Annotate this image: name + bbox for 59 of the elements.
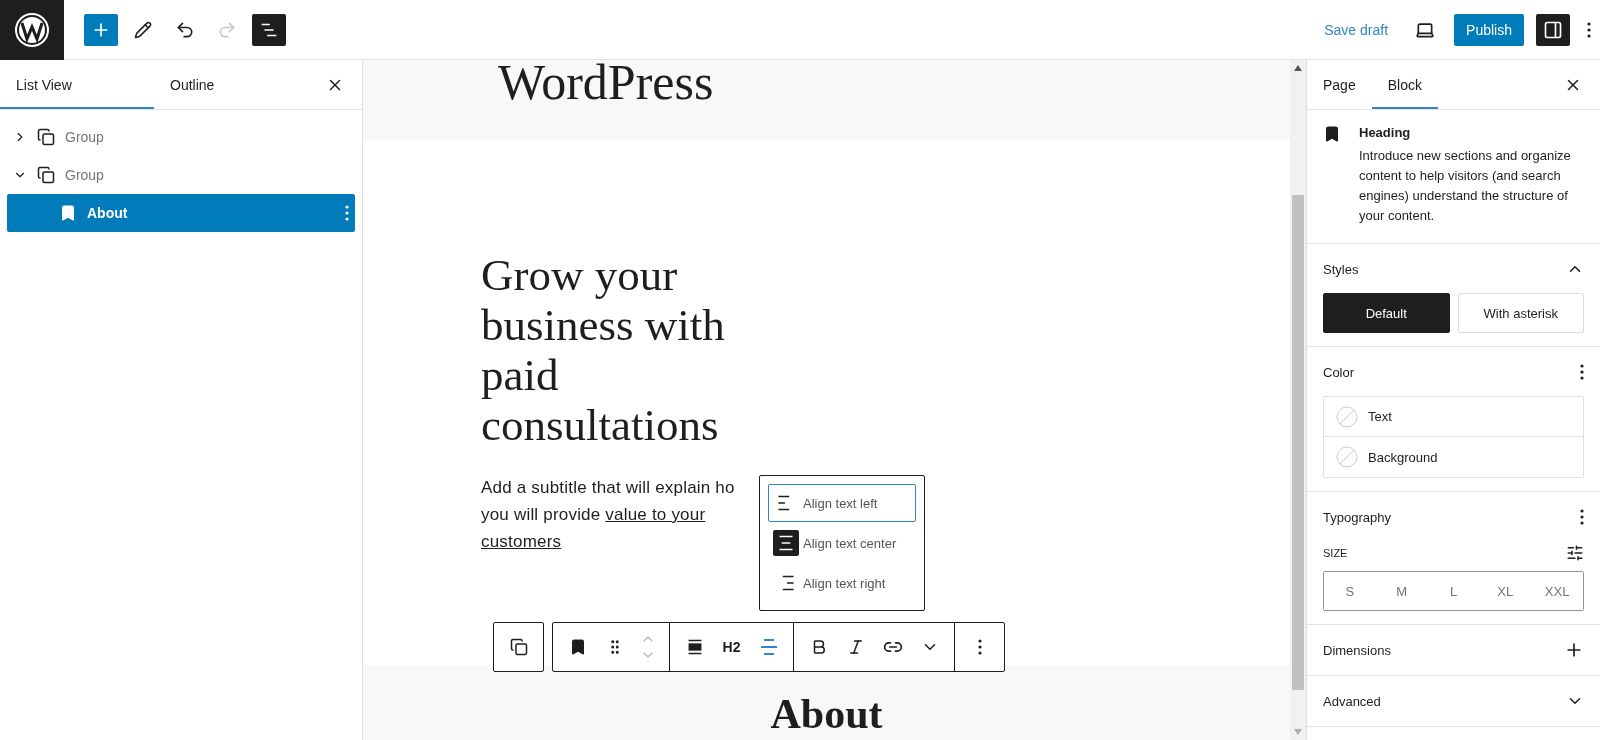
block-description: Introduce new sections and organize content to help visitors (and search engines) understand the structure of your content. xyxy=(1359,147,1572,225)
save-draft-link[interactable]: Save draft xyxy=(1316,15,1397,44)
heading-level-button[interactable]: H2 xyxy=(713,629,750,665)
panel-tab[interactable]: Outline xyxy=(154,60,308,109)
logo[interactable] xyxy=(0,0,64,60)
list-view-label: About xyxy=(87,205,128,221)
more-options-icon[interactable] xyxy=(345,205,349,221)
section-title: Color xyxy=(1323,364,1355,380)
group-icon xyxy=(37,166,55,184)
color-option[interactable]: Text xyxy=(1324,397,1583,437)
undo-icon xyxy=(175,19,195,40)
sliders-icon xyxy=(1566,544,1584,562)
settings-button[interactable] xyxy=(1536,13,1570,46)
list-view-label: Group xyxy=(65,167,104,183)
sidebar-tab[interactable]: Block xyxy=(1371,60,1438,109)
page-heading: Grow your business with paid consultations xyxy=(481,250,726,450)
add-block-button[interactable] xyxy=(84,13,118,46)
list-view-label: Group xyxy=(65,129,104,145)
style-option[interactable]: With asterisk xyxy=(1457,293,1584,333)
section-title: Dimensions xyxy=(1323,642,1391,658)
pencil-icon xyxy=(134,20,152,39)
section-title: Styles xyxy=(1323,261,1359,277)
group-icon xyxy=(509,638,528,656)
more-options-icon xyxy=(1587,21,1591,38)
redo-icon xyxy=(217,19,237,40)
style-option[interactable]: Default xyxy=(1323,293,1450,333)
list-view-item[interactable]: Group xyxy=(7,118,355,156)
block-title: Heading xyxy=(1359,125,1412,140)
more-options-icon xyxy=(977,639,982,655)
more-options-icon xyxy=(1580,364,1584,380)
panel-tab[interactable]: List View xyxy=(0,60,154,109)
size-options-button[interactable] xyxy=(1566,544,1584,562)
align-option[interactable]: Align text left xyxy=(768,484,916,522)
more-options-icon xyxy=(1580,509,1584,525)
no-color-icon xyxy=(1336,446,1358,468)
site-title: WordPress xyxy=(498,60,715,112)
text-link[interactable]: customers xyxy=(481,532,562,551)
options-button[interactable] xyxy=(1580,509,1584,525)
bookmark-icon xyxy=(59,204,77,222)
group-icon xyxy=(37,128,55,146)
list-view-button[interactable] xyxy=(252,13,286,46)
section-title: Advanced xyxy=(1323,693,1381,709)
sidebar-tab[interactable]: Page xyxy=(1307,60,1372,109)
publish-button[interactable]: Publish xyxy=(1454,13,1524,46)
section-title: Typography xyxy=(1323,509,1391,525)
no-color-icon xyxy=(1336,405,1358,428)
scrollbar-thumb[interactable] xyxy=(1292,195,1304,690)
subtitle-paragraph: Add a subtitle that will explain ho you will provide value to your customers xyxy=(481,477,735,553)
scrollbar[interactable] xyxy=(1290,60,1306,740)
options-button[interactable] xyxy=(1580,364,1584,380)
scroll-up-icon[interactable] xyxy=(1294,65,1302,71)
list-view-item[interactable]: About xyxy=(7,194,355,232)
size-label: SIZE xyxy=(1323,547,1348,559)
list-view-item[interactable]: Group xyxy=(7,156,355,194)
bookmark-icon xyxy=(1323,125,1341,143)
wordpress-logo-icon xyxy=(13,10,51,49)
sidebar-icon xyxy=(1543,19,1563,40)
text-link[interactable]: value to your xyxy=(605,505,706,524)
section-heading: About xyxy=(770,690,883,739)
